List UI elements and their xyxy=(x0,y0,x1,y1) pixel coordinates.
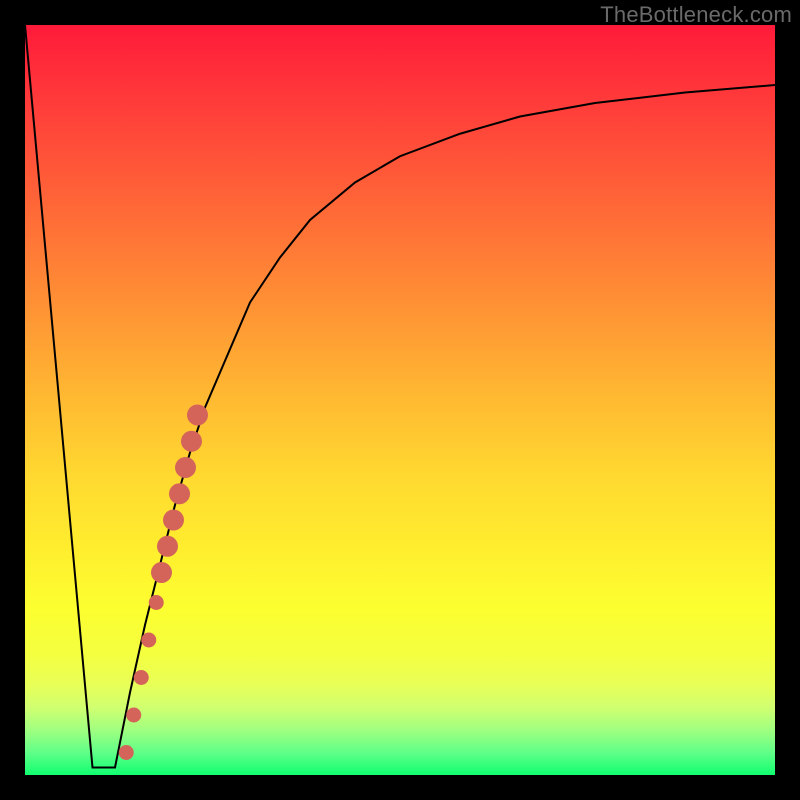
data-point xyxy=(175,457,196,478)
data-point xyxy=(141,633,156,648)
bottleneck-curve xyxy=(25,25,775,768)
data-point xyxy=(157,536,178,557)
data-point xyxy=(149,595,164,610)
data-point xyxy=(126,708,141,723)
data-point xyxy=(163,510,184,531)
curve-line xyxy=(25,25,775,768)
chart-svg xyxy=(25,25,775,775)
data-point xyxy=(181,431,202,452)
data-point xyxy=(134,670,149,685)
watermark-text: TheBottleneck.com xyxy=(600,2,792,28)
plot-area xyxy=(25,25,775,775)
data-point xyxy=(151,562,172,583)
data-point xyxy=(169,483,190,504)
data-markers xyxy=(119,405,208,761)
chart-frame: TheBottleneck.com xyxy=(0,0,800,800)
data-point xyxy=(119,745,134,760)
data-point xyxy=(187,405,208,426)
